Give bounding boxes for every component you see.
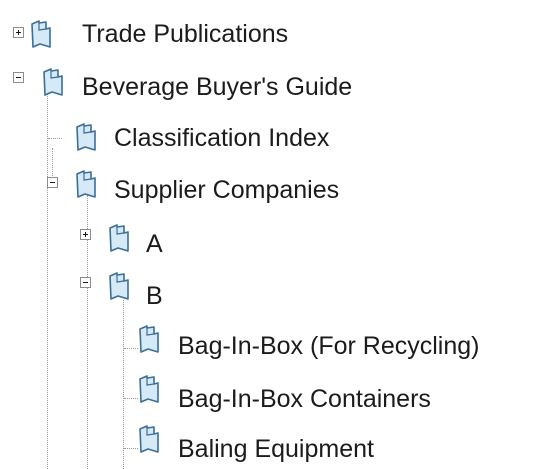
tree-guide-line	[124, 448, 138, 449]
bookmark-icon	[30, 20, 52, 48]
tree-item-baling-equipment[interactable]: Baling Equipment	[178, 434, 374, 464]
tree-item-classification-index[interactable]: Classification Index	[114, 123, 329, 153]
expand-toggle-icon[interactable]	[80, 229, 91, 240]
tree-guide-line	[124, 348, 138, 349]
tree-item-a[interactable]: A	[146, 229, 163, 259]
bookmarks-tree: Trade Publications Beverage Buyer's Guid…	[0, 0, 535, 469]
bookmark-icon	[108, 224, 130, 252]
bookmark-icon	[75, 123, 97, 151]
collapse-toggle-icon[interactable]	[13, 72, 24, 83]
tree-guide-line	[124, 398, 138, 399]
collapse-toggle-icon[interactable]	[80, 277, 91, 288]
tree-guide-line	[123, 300, 124, 469]
bookmark-icon	[108, 272, 130, 300]
bookmark-icon	[138, 375, 160, 403]
expand-toggle-icon[interactable]	[13, 27, 24, 38]
bookmark-icon	[75, 170, 97, 198]
tree-item-bag-in-box-containers[interactable]: Bag-In-Box Containers	[178, 384, 431, 414]
tree-item-trade-publications[interactable]: Trade Publications	[82, 19, 288, 49]
tree-item-bag-in-box-for-recycling[interactable]: Bag-In-Box (For Recycling)	[178, 331, 479, 361]
tree-guide-line	[47, 90, 48, 469]
bookmark-icon	[42, 68, 64, 96]
bookmark-icon	[138, 425, 160, 453]
tree-item-beverage-buyers-guide[interactable]: Beverage Buyer's Guide	[82, 72, 352, 102]
tree-item-b[interactable]: B	[146, 281, 163, 311]
tree-item-supplier-companies[interactable]: Supplier Companies	[114, 175, 339, 205]
bookmark-icon	[138, 325, 160, 353]
collapse-toggle-icon[interactable]	[47, 177, 58, 188]
tree-guide-line	[48, 138, 62, 139]
